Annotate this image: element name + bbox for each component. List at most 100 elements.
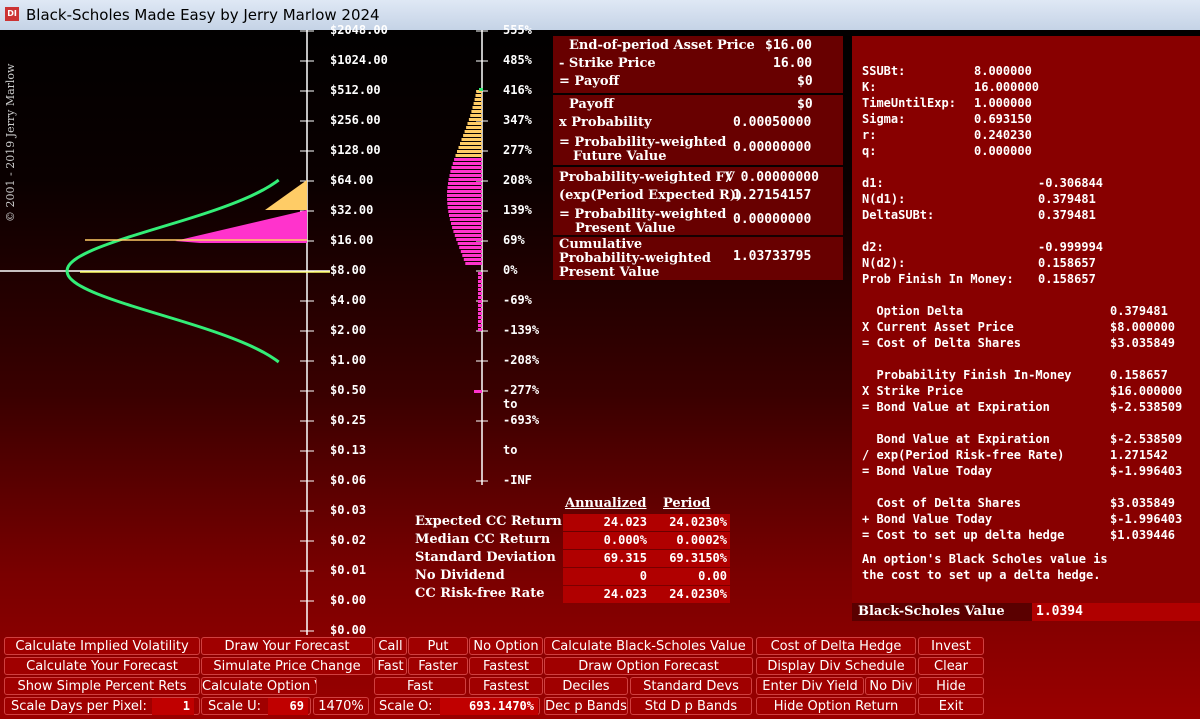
calculate-your-forecast-button[interactable]: Calculate Your Forecast xyxy=(4,657,200,675)
stat-annual: 24.023 xyxy=(563,586,650,603)
calc-value: -0.999994 xyxy=(1038,240,1104,254)
calc-label: d2: xyxy=(862,240,884,254)
return-tick-label: 277% xyxy=(503,143,532,157)
price-tick-label: $32.00 xyxy=(330,203,374,217)
no-option-button[interactable]: No Option xyxy=(469,637,543,655)
fast-button[interactable]: Fast xyxy=(374,657,407,675)
calc-label: Cost of Delta Shares xyxy=(862,496,1021,510)
faster-button[interactable]: Faster xyxy=(408,657,468,675)
return-bar xyxy=(478,300,482,303)
calculate-implied-volatility-button[interactable]: Calculate Implied Volatility xyxy=(4,637,200,655)
return-tick-label: 555% xyxy=(503,23,532,37)
std-d-p-bands-button[interactable]: Std D p Bands xyxy=(630,697,752,715)
pwfv2-label: Probability-weighted FV xyxy=(559,170,735,185)
calc-label: N(d1): xyxy=(862,192,906,206)
return-bar xyxy=(450,170,482,173)
return-bar xyxy=(478,284,482,287)
price-tick-label: $0.00 xyxy=(330,623,367,637)
invest-button[interactable]: Invest xyxy=(918,637,984,655)
return-bar xyxy=(447,202,482,205)
fastest-button[interactable]: Fastest xyxy=(469,657,543,675)
payoff-panel: End-of-period Asset Price $16.00 - Strik… xyxy=(553,36,843,93)
return-tick-label: to xyxy=(503,397,518,411)
header-annualized: Annualized xyxy=(565,496,647,511)
return-bar xyxy=(478,324,482,327)
price-tick-label: $0.06 xyxy=(330,473,367,487)
scale-o-input[interactable]: 693.1470% xyxy=(440,698,538,715)
calc-label: Prob Finish In Money: xyxy=(862,272,1014,286)
calc-label: / exp(Period Risk-free Rate) xyxy=(862,448,1065,462)
enter-div-yield-button[interactable]: Enter Div Yield xyxy=(756,677,864,695)
put-button[interactable]: Put xyxy=(408,637,468,655)
payoff2-value: $0 xyxy=(797,97,813,112)
return-bar xyxy=(474,390,482,393)
app-icon[interactable]: DI xyxy=(5,7,19,21)
calculate-black-scholes-value-button[interactable]: Calculate Black-Scholes Value xyxy=(544,637,753,655)
dec-p-bands-button[interactable]: Dec p Bands xyxy=(544,697,628,715)
simulate-price-change-button[interactable]: Simulate Price Change xyxy=(201,657,373,675)
return-bar xyxy=(452,226,482,229)
exit-button[interactable]: Exit xyxy=(918,697,984,715)
calc-value: 0.000000 xyxy=(974,144,1032,158)
calc-label: Bond Value at Expiration xyxy=(862,432,1050,446)
return-bar xyxy=(447,198,482,201)
hide-option-return-button[interactable]: Hide Option Return xyxy=(756,697,916,715)
cost-of-delta-hedge-button[interactable]: Cost of Delta Hedge xyxy=(756,637,916,655)
calc-label: = Cost to set up delta hedge xyxy=(862,528,1065,542)
price-tick-label: $4.00 xyxy=(330,293,367,307)
fast-button[interactable]: Fast xyxy=(374,677,466,695)
stat-label: No Dividend xyxy=(415,568,505,583)
display-div-schedule-button[interactable]: Display Div Schedule xyxy=(756,657,916,675)
calc-value: -0.306844 xyxy=(1038,176,1104,190)
stat-label: Expected CC Return xyxy=(415,514,562,529)
return-tick-label: to xyxy=(503,443,518,457)
header-period: Period xyxy=(663,496,711,511)
stat-annual: 69.315 xyxy=(563,550,650,567)
fastest-button[interactable]: Fastest xyxy=(469,677,543,695)
return-tick-label: -69% xyxy=(503,293,532,307)
bs-value: 1.0394 xyxy=(1036,604,1083,619)
bs-value-label: Black-Scholes Value xyxy=(858,604,1005,619)
scale-u-input[interactable]: 69 xyxy=(268,698,308,715)
return-bar xyxy=(460,250,482,253)
return-bar xyxy=(451,166,482,169)
calc-label: DeltaSUBt: xyxy=(862,208,935,222)
return-bar xyxy=(449,218,482,221)
calc-label: = Bond Value at Expiration xyxy=(862,400,1050,414)
return-tick-label: -139% xyxy=(503,323,540,337)
return-bar xyxy=(471,110,482,113)
scale-days-input[interactable]: 1 xyxy=(152,698,194,715)
price-tick-label: $1.00 xyxy=(330,353,367,367)
price-tick-label: $64.00 xyxy=(330,173,374,187)
payoff-value: $0 xyxy=(797,74,813,89)
deciles-button[interactable]: Deciles xyxy=(544,677,628,695)
payoff-label: = Payoff xyxy=(559,74,620,89)
cumulative-panel: Cumulative Probability-weighted Present … xyxy=(553,237,843,280)
return-tick-label: 416% xyxy=(503,83,532,97)
probability-panel: Payoff $0 x Probability 0.00050000 = Pro… xyxy=(553,95,843,165)
return-tick-label: -693% xyxy=(503,413,540,427)
hide-button[interactable]: Hide xyxy=(918,677,984,695)
calculate-option-value-button[interactable]: Calculate Option Value xyxy=(201,677,317,695)
price-tick-label: $512.00 xyxy=(330,83,381,97)
calc-label: K: xyxy=(862,80,877,94)
return-bar xyxy=(478,276,482,279)
return-bar xyxy=(466,126,482,129)
draw-option-forecast-button[interactable]: Draw Option Forecast xyxy=(544,657,753,675)
standard-devs-button[interactable]: Standard Devs xyxy=(630,677,752,695)
return-bar xyxy=(457,150,482,153)
draw-your-forecast-button[interactable]: Draw Your Forecast xyxy=(201,637,373,655)
calc-value: $3.035849 xyxy=(1110,336,1176,350)
show-simple-percent-rets-button[interactable]: Show Simple Percent Rets xyxy=(4,677,200,695)
cumulative-label2: Probability-weighted xyxy=(559,251,711,266)
return-tick-label: 485% xyxy=(503,53,532,67)
present-value-panel: Probability-weighted FV / 0.00000000 (ex… xyxy=(553,167,843,236)
price-tick-label: $0.02 xyxy=(330,533,367,547)
return-bar xyxy=(449,214,482,217)
no-div-button[interactable]: No Div xyxy=(865,677,917,695)
calc-value: 0.379481 xyxy=(1110,304,1168,318)
return-bar xyxy=(449,174,482,177)
call-button[interactable]: Call xyxy=(374,637,407,655)
calc-value: 1.000000 xyxy=(974,96,1032,110)
clear-button[interactable]: Clear xyxy=(918,657,984,675)
